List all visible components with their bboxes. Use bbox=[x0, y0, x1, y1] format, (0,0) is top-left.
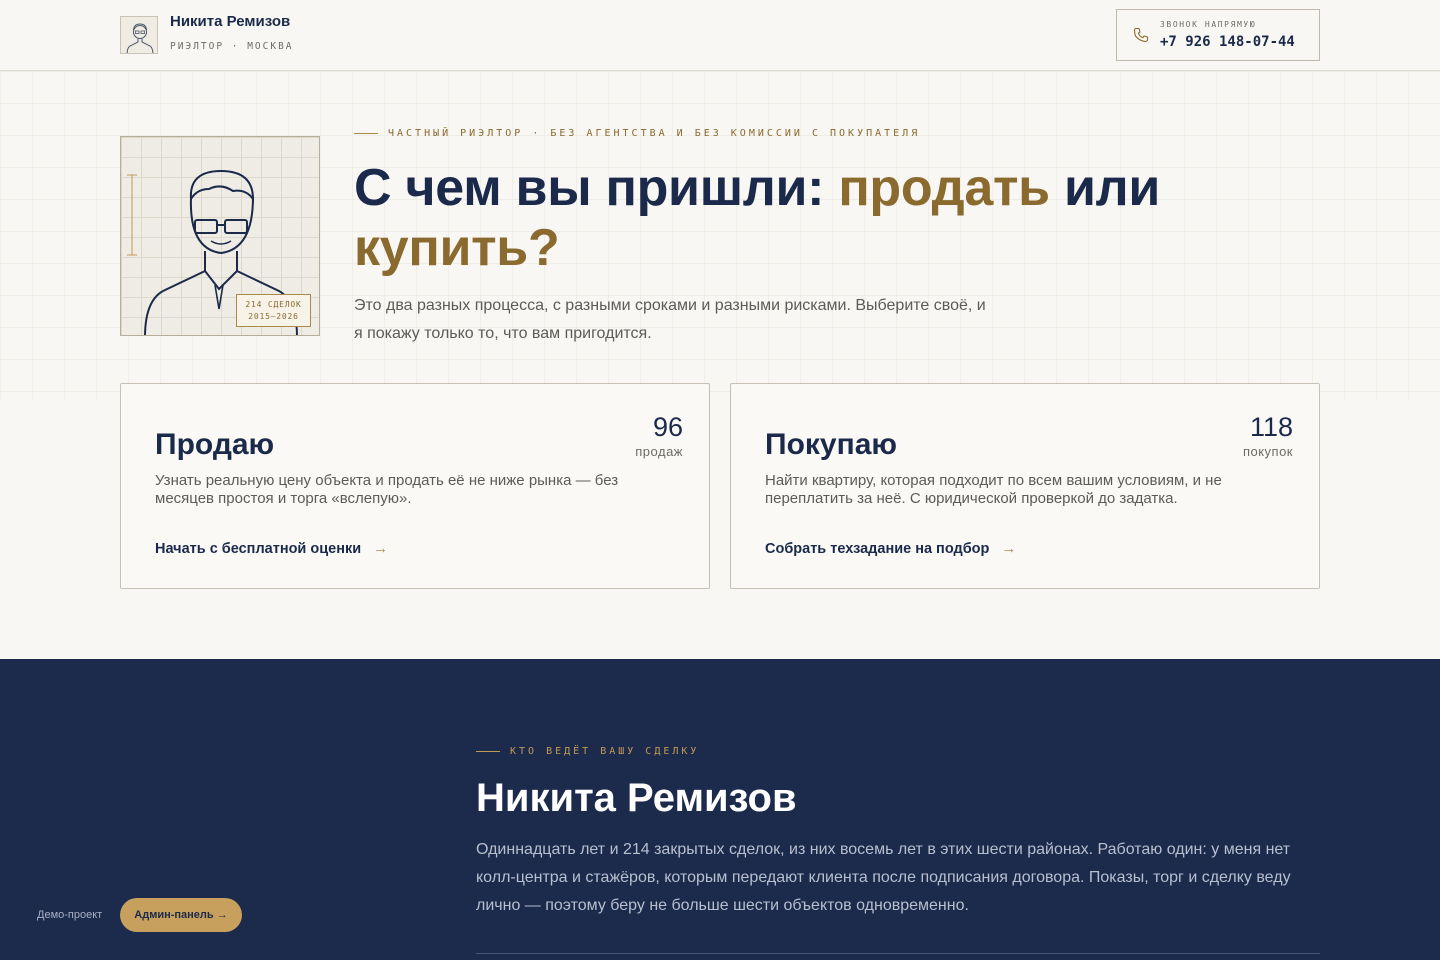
about-text: Одиннадцать лет и 214 закрытых сделок, и… bbox=[476, 841, 1291, 914]
buy-card[interactable]: Покупаю 118 покупок Найти квартиру, кото… bbox=[730, 383, 1320, 589]
sell-count-unit: продаж bbox=[635, 444, 683, 459]
hero-title-part2: или bbox=[1049, 159, 1161, 217]
phone-number: +7 926 148-07-44 bbox=[1160, 34, 1295, 50]
hero-title-part1: С чем вы пришли: bbox=[354, 159, 839, 217]
sell-card[interactable]: Продаю 96 продаж Узнать реальную цену об… bbox=[120, 383, 710, 589]
demo-label: Демо-проект bbox=[37, 909, 103, 921]
buy-count-number: 118 bbox=[1249, 412, 1293, 442]
site-header: Никита Ремизов РИЭЛТОР · МОСКВА ЗВОНОК Н… bbox=[0, 0, 1440, 71]
avatar-icon bbox=[120, 16, 158, 54]
about-eyebrow: КТО ВЕДЁТ ВАШУ СДЕЛКУ bbox=[476, 746, 699, 757]
buy-card-title: Покупаю bbox=[765, 428, 898, 461]
about-divider bbox=[476, 953, 1320, 954]
buy-card-count: 118 покупок bbox=[1243, 412, 1293, 459]
eyebrow-rule bbox=[354, 133, 378, 134]
buy-card-link-label: Собрать техзадание на подбор bbox=[765, 540, 990, 557]
eyebrow-rule bbox=[476, 751, 500, 752]
brand-subtitle: РИЭЛТОР · МОСКВА bbox=[170, 40, 294, 52]
sell-count-number: 96 bbox=[652, 412, 683, 442]
about-title: Никита Ремизов bbox=[476, 776, 797, 820]
sell-card-link[interactable]: Начать с бесплатной оценки → bbox=[155, 540, 388, 557]
sell-card-link-label: Начать с бесплатной оценки bbox=[155, 540, 362, 557]
buy-count-unit: покупок bbox=[1242, 444, 1293, 459]
deals-badge-years: 2015—2026 bbox=[248, 312, 299, 321]
deals-badge: 214 СДЕЛОК 2015—2026 bbox=[236, 294, 311, 327]
hero-eyebrow-text: ЧАСТНЫЙ РИЭЛТОР · БЕЗ АГЕНТСТВА И БЕЗ КО… bbox=[388, 128, 921, 139]
phone-label: ЗВОНОК НАПРЯМУЮ bbox=[1160, 20, 1257, 29]
hero-eyebrow: ЧАСТНЫЙ РИЭЛТОР · БЕЗ АГЕНТСТВА И БЕЗ КО… bbox=[354, 128, 920, 139]
buy-card-link[interactable]: Собрать техзадание на подбор → bbox=[765, 540, 1016, 557]
hero-title-accent-buy: купить? bbox=[354, 219, 560, 277]
hero-title: С чем вы пришли: продать или купить? bbox=[354, 158, 1254, 278]
admin-panel-button[interactable]: Админ-панель → bbox=[120, 898, 242, 932]
phone-call-button[interactable]: ЗВОНОК НАПРЯМУЮ +7 926 148-07-44 bbox=[1116, 9, 1320, 61]
phone-icon bbox=[1133, 27, 1149, 43]
sell-card-count: 96 продаж bbox=[635, 412, 683, 459]
about-eyebrow-text: КТО ВЕДЁТ ВАШУ СДЕЛКУ bbox=[510, 746, 700, 757]
deals-badge-count: 214 СДЕЛОК bbox=[245, 300, 302, 309]
brand-name: Никита Ремизов bbox=[170, 12, 291, 30]
sell-card-text: Узнать реальную цену объекта и продать е… bbox=[155, 472, 619, 507]
hero-title-accent-sell: продать bbox=[838, 159, 1050, 217]
buy-card-text: Найти квартиру, которая подходит по всем… bbox=[765, 472, 1222, 507]
hero-lead: Это два разных процесса, с разными срока… bbox=[354, 297, 986, 342]
arrow-right-icon: → bbox=[373, 540, 389, 557]
brand[interactable]: Никита Ремизов РИЭЛТОР · МОСКВА bbox=[120, 12, 294, 54]
arrow-right-icon: → bbox=[1001, 540, 1017, 557]
sell-card-title: Продаю bbox=[155, 428, 275, 461]
